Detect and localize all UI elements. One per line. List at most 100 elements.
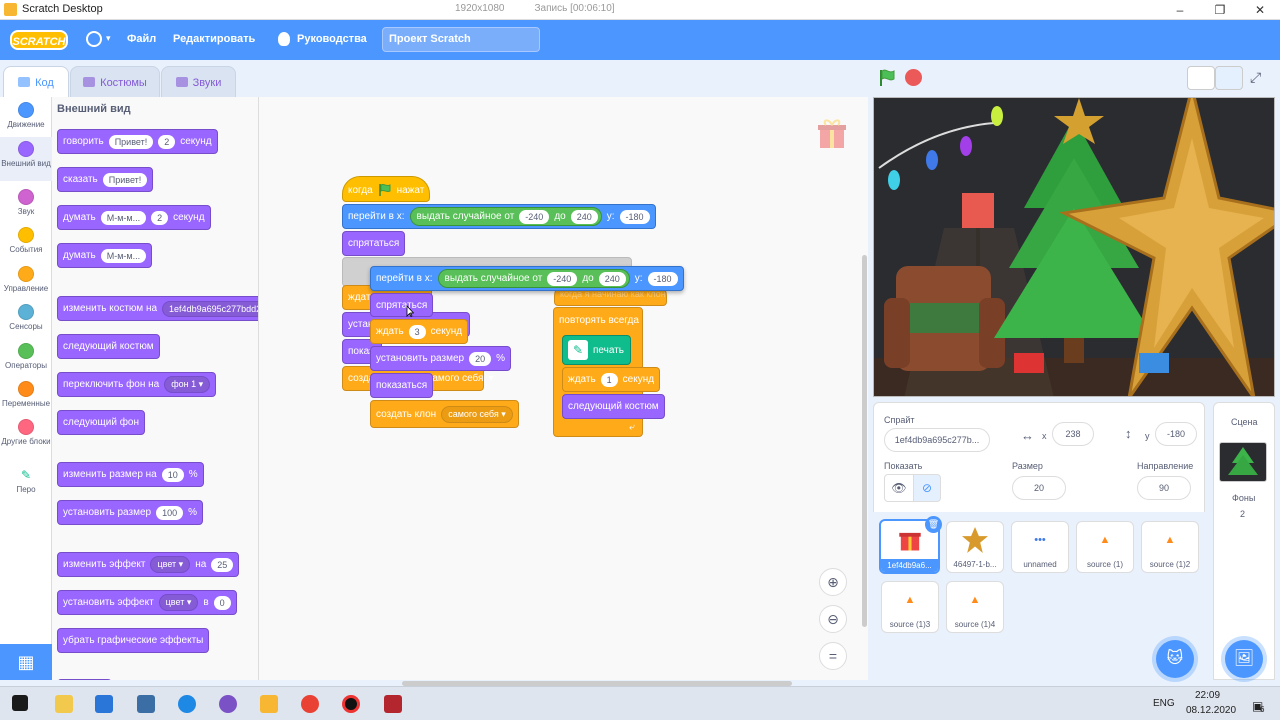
mail-icon[interactable] (95, 695, 113, 713)
effect-value-input[interactable]: 0 (213, 595, 231, 610)
category-sensing[interactable]: Сенсоры (0, 304, 52, 338)
block-next-costume[interactable]: следующий костюм (57, 334, 160, 359)
think-text-input[interactable]: М-м-м... (100, 248, 147, 263)
wait-secs-input[interactable]: 1 (600, 372, 618, 387)
category-pen[interactable]: ✎ Перо (0, 467, 52, 501)
wait-secs-input[interactable]: 3 (408, 324, 426, 339)
sprite-name-input[interactable]: 1ef4db9a695c277b... (884, 428, 990, 452)
category-operators[interactable]: Операторы (0, 343, 52, 377)
category-control[interactable]: Управление (0, 266, 52, 300)
tab-code[interactable]: Код (3, 66, 69, 98)
category-variables[interactable]: Переменные (0, 381, 52, 415)
menu-tutorials[interactable]: Руководства (297, 33, 367, 45)
recorder-icon[interactable] (342, 695, 360, 713)
language-indicator[interactable]: ENG (1153, 698, 1175, 709)
language-globe-icon[interactable] (86, 31, 102, 47)
block-think[interactable]: думать М-м-м... (57, 243, 153, 268)
set-size-input[interactable]: 20 (469, 351, 492, 366)
project-title-input[interactable]: Проект Scratch (382, 27, 540, 52)
block-say[interactable]: сказать Привет! (57, 167, 154, 192)
stop-button[interactable] (905, 69, 922, 86)
block-hide-dragged[interactable]: спрятаться (370, 293, 434, 317)
workspace-vertical-scrollbar[interactable] (862, 255, 867, 627)
sprite-thumb-source1-2[interactable]: ▲ source (1)2 (1141, 521, 1199, 573)
y-input[interactable]: -180 (647, 271, 678, 286)
effect-value-input[interactable]: 25 (211, 557, 234, 572)
block-wait-secs[interactable]: ждать 1 секунд (562, 367, 661, 392)
add-extension-button[interactable]: ▦ (0, 644, 52, 680)
change-size-input[interactable]: 10 (161, 467, 184, 482)
say-text-input[interactable]: Привет! (108, 134, 154, 149)
zoom-in-button[interactable]: ⊕ (819, 568, 847, 596)
random-from-input[interactable]: -240 (547, 271, 578, 286)
say-text-input[interactable]: Привет! (102, 172, 148, 187)
sprite-thumb-star[interactable]: 46497-1-b... (946, 521, 1004, 573)
block-set-size[interactable]: установить размер 100% (57, 500, 203, 525)
block-switch-backdrop[interactable]: переключить фон на фон 1 ▾ (57, 372, 217, 397)
stage-thumbnail[interactable] (1219, 442, 1267, 482)
chrome-icon[interactable] (301, 695, 319, 713)
delete-sprite-icon[interactable]: 🗑 (925, 516, 942, 533)
effect-dropdown[interactable]: цвет ▾ (158, 594, 199, 611)
tab-sounds[interactable]: Звуки (161, 66, 236, 98)
block-change-effect[interactable]: изменить эффект цвет ▾ на 25 (57, 552, 240, 577)
large-stage-button[interactable] (1215, 66, 1243, 90)
category-my-blocks[interactable]: Другие блоки (0, 419, 52, 459)
zoom-reset-button[interactable]: = (819, 642, 847, 670)
winrar-icon[interactable] (384, 695, 402, 713)
zoom-out-button[interactable]: ⊖ (819, 605, 847, 633)
block-when-flag-clicked[interactable]: когда нажат (342, 176, 431, 202)
tab-costumes[interactable]: Костюмы (70, 66, 160, 98)
sprite-thumb-source1[interactable]: ▲ source (1) (1076, 521, 1134, 573)
block-set-size-dragged[interactable]: установить размер 20% (370, 346, 511, 371)
block-say-for-secs[interactable]: говорить Привет! 2 секунд (57, 129, 218, 154)
think-text-input[interactable]: М-м-м... (100, 210, 147, 225)
backdrop-dropdown[interactable]: фон 1 ▾ (164, 376, 211, 393)
sprite-thumb-source1-4[interactable]: ▲ source (1)4 (946, 581, 1004, 633)
y-input[interactable]: -180 (619, 209, 650, 224)
fullscreen-icon[interactable]: ⤢ (1250, 69, 1261, 86)
direction-input[interactable]: 90 (1137, 476, 1191, 500)
hide-sprite-button[interactable]: ⊘ (913, 474, 941, 502)
clock-time[interactable]: 22:09 (1195, 690, 1220, 701)
block-pick-random[interactable]: выдать случайное от -240 до 240 (409, 207, 602, 226)
clone-target-dropdown[interactable]: самого себя ▾ (441, 405, 513, 423)
category-motion[interactable]: Движение (0, 102, 52, 136)
effect-dropdown[interactable]: цвет ▾ (150, 556, 191, 573)
say-secs-input[interactable]: 2 (158, 134, 176, 149)
block-pick-random[interactable]: выдать случайное от -240 до 240 (437, 269, 630, 288)
edge-icon[interactable] (178, 695, 196, 713)
costume-dropdown[interactable]: 1ef4db9a695c277bdd2c0 (162, 300, 258, 317)
block-next-backdrop[interactable]: следующий фон (57, 410, 146, 435)
set-size-input[interactable]: 100 (156, 505, 184, 520)
block-pen-stamp[interactable]: ✎ печать (562, 335, 631, 365)
block-create-clone-dragged[interactable]: создать клон самого себя ▾ (370, 400, 519, 428)
small-stage-button[interactable] (1187, 66, 1215, 90)
clock-date[interactable]: 08.12.2020 (1186, 705, 1236, 716)
block-goto-xy-dragged[interactable]: перейти в x: выдать случайное от -240 до 24… (370, 266, 684, 291)
show-sprite-button[interactable]: 👁 (884, 474, 914, 502)
block-next-costume[interactable]: следующий костюм (562, 394, 665, 419)
viber-icon[interactable] (219, 695, 237, 713)
green-flag-button[interactable] (878, 69, 896, 87)
x-position-input[interactable]: 238 (1052, 422, 1094, 446)
scratch-taskbar-icon[interactable] (260, 695, 278, 713)
random-from-input[interactable]: -240 (519, 209, 550, 224)
add-backdrop-button[interactable]: 🖼 (1225, 640, 1263, 678)
category-sound[interactable]: Звук (0, 189, 52, 223)
block-think-for-secs[interactable]: думать М-м-м... 2 секунд (57, 205, 211, 230)
random-to-input[interactable]: 240 (570, 209, 598, 224)
block-clear-effects[interactable]: убрать графические эффекты (57, 628, 210, 653)
minimize-button[interactable]: – (1160, 0, 1200, 20)
close-button[interactable]: ✕ (1240, 0, 1280, 20)
scratch-logo[interactable]: SCRATCH (10, 30, 68, 50)
block-show-dragged[interactable]: показаться (370, 373, 434, 398)
menu-edit[interactable]: Редактировать (173, 33, 255, 45)
windows-start-icon[interactable] (12, 695, 28, 711)
block-set-effect[interactable]: установить эффект цвет ▾ в 0 (57, 590, 237, 615)
maximize-button[interactable]: ❐ (1200, 0, 1240, 20)
y-position-input[interactable]: -180 (1155, 422, 1197, 446)
size-input[interactable]: 20 (1012, 476, 1066, 500)
block-hide[interactable]: спрятаться (342, 231, 406, 256)
category-looks[interactable]: Внешний вид (0, 137, 52, 181)
